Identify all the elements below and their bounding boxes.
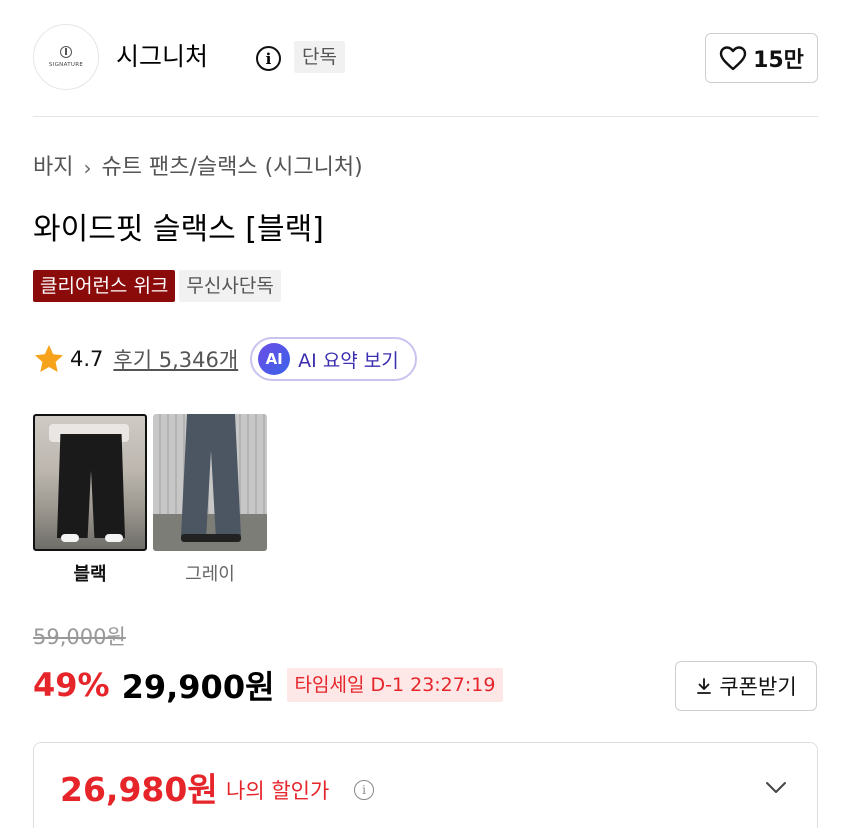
info-icon[interactable]: i <box>256 46 281 71</box>
download-icon <box>697 678 712 694</box>
color-options: 블랙 그레이 <box>33 414 267 587</box>
black-pants-thumbnail <box>33 414 147 551</box>
my-price-label: 나의 할인가 <box>226 779 330 803</box>
ai-icon: AI <box>258 343 291 375</box>
chevron-right-icon: › <box>83 156 92 180</box>
color-option-label: 그레이 <box>185 564 235 585</box>
brand-logo[interactable]: SIGNATURE <box>33 24 99 90</box>
exclusive-tag: 무신사단독 <box>179 270 281 302</box>
color-option-label: 블랙 <box>73 564 107 585</box>
brand-exclusive-badge: 단독 <box>294 41 345 73</box>
brand-header: SIGNATURE 시그니처 i 단독 15만 <box>33 24 818 90</box>
breadcrumb-subcategory[interactable]: 슈트 팬츠/슬랙스 (시그니처) <box>101 152 362 184</box>
my-price-panel[interactable]: 26,980원 나의 할인가 i <box>33 742 818 828</box>
my-price-amount: 26,980원 <box>60 770 218 809</box>
discount-rate: 49% <box>33 666 110 704</box>
brand-name[interactable]: 시그니처 <box>116 40 208 74</box>
product-title: 와이드핏 슬랙스 [블랙] <box>33 212 324 247</box>
color-option-gray[interactable]: 그레이 <box>153 414 267 587</box>
product-tags: 클리어런스 위크 무신사단독 <box>33 270 281 302</box>
price-row: 49% 29,900원 타임세일 D-1 23:27:19 <box>33 662 504 708</box>
gray-pants-thumbnail <box>153 414 267 551</box>
star-icon <box>35 345 63 372</box>
brand-like-button[interactable]: 15만 <box>705 33 818 83</box>
timesale-badge: 타임세일 D-1 23:27:19 <box>286 668 504 702</box>
reviews-link[interactable]: 후기 5,346개 <box>113 344 238 374</box>
color-option-black[interactable]: 블랙 <box>33 414 147 587</box>
header-divider <box>33 116 818 117</box>
get-coupon-button[interactable]: 쿠폰받기 <box>675 661 817 711</box>
like-count: 15만 <box>753 48 804 73</box>
breadcrumb: 바지 › 슈트 팬츠/슬랙스 (시그니처) <box>33 152 363 184</box>
ai-summary-label: AI 요약 보기 <box>298 349 399 372</box>
info-icon[interactable]: i <box>354 780 374 800</box>
brand-logo-mark <box>60 46 72 58</box>
heart-icon <box>719 46 747 71</box>
sale-price: 29,900원 <box>121 668 275 706</box>
ai-summary-button[interactable]: AI AI 요약 보기 <box>250 337 417 381</box>
clearance-tag: 클리어런스 위크 <box>33 270 176 302</box>
breadcrumb-category[interactable]: 바지 <box>33 152 73 184</box>
chevron-down-icon[interactable] <box>765 781 787 795</box>
rating-row: 4.7 후기 5,346개 AI AI 요약 보기 <box>33 336 417 382</box>
original-price: 59,000원 <box>33 625 126 649</box>
brand-logo-text: SIGNATURE <box>48 62 84 68</box>
coupon-label: 쿠폰받기 <box>719 675 797 699</box>
rating-score: 4.7 <box>70 347 104 371</box>
